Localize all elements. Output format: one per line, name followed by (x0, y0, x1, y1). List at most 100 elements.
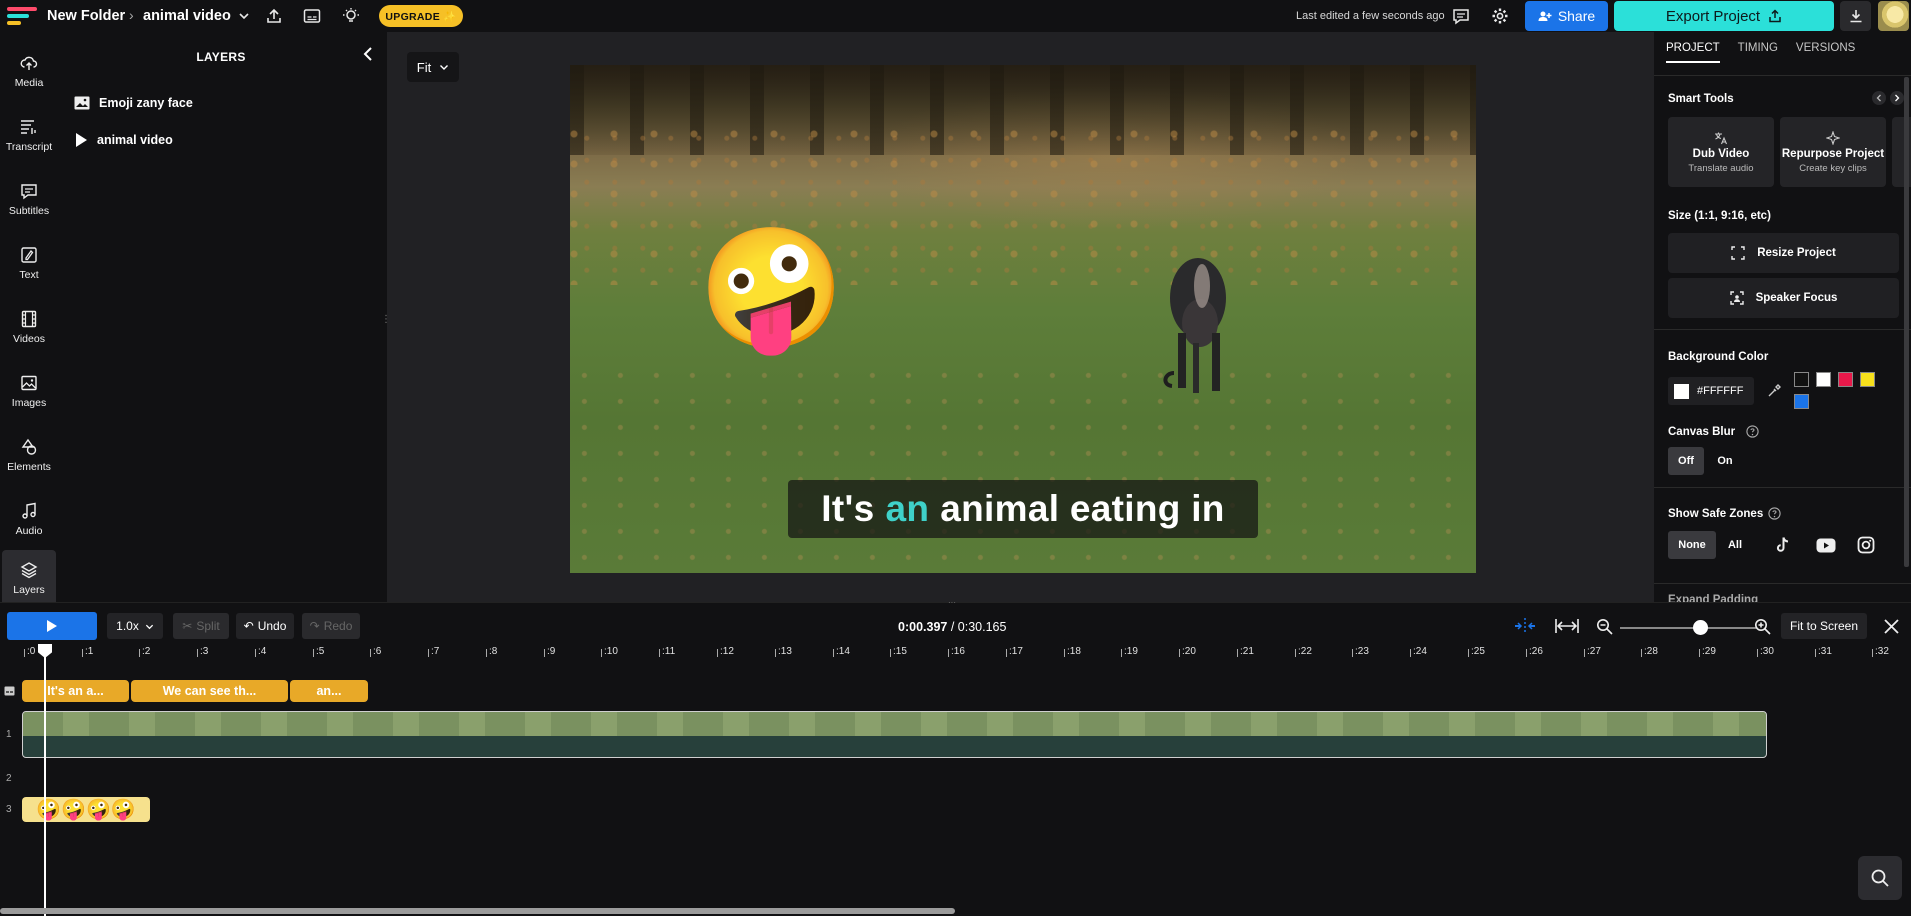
close-icon[interactable] (1883, 618, 1900, 635)
redo-button[interactable]: ↷ Redo (302, 613, 360, 639)
playback-speed-dropdown[interactable]: 1.0x (107, 613, 163, 639)
video-background-grass (570, 365, 1476, 573)
canvas-blur-off-toggle[interactable]: Off (1668, 447, 1704, 475)
nav-item-text[interactable]: Text (2, 235, 56, 291)
chevron-down-icon[interactable] (232, 4, 256, 28)
snap-magnet-icon[interactable] (1512, 617, 1538, 635)
share-upload-icon[interactable] (262, 4, 286, 28)
undo-button[interactable]: ↶ Undo (236, 613, 294, 639)
sparkle-icon (1826, 130, 1840, 145)
breadcrumb-separator-icon: › (129, 7, 134, 23)
color-swatch-black[interactable] (1794, 372, 1809, 387)
split-label: Split (196, 619, 220, 633)
instagram-icon[interactable] (1857, 536, 1875, 554)
timeline-resize-handle[interactable]: ··· (948, 599, 962, 607)
lightbulb-icon[interactable] (339, 4, 363, 28)
ruler-tick: :5 (312, 646, 325, 657)
color-swatch-white[interactable] (1816, 372, 1831, 387)
tab-versions[interactable]: VERSIONS (1796, 42, 1855, 63)
tiktok-icon[interactable] (1774, 536, 1792, 554)
zany-face-emoji-overlay[interactable]: 🤪 (698, 217, 845, 361)
share-label: Share (1557, 8, 1596, 24)
dub-video-card[interactable]: Dub Video Translate audio (1668, 117, 1774, 187)
fit-timeline-icon[interactable] (1554, 617, 1580, 635)
ruler-tick: :15 (890, 646, 907, 657)
search-button[interactable] (1858, 856, 1902, 900)
ruler-tick: :16 (948, 646, 965, 657)
canvas-area: Fit 🤪 It's an animal eating in (387, 32, 1654, 602)
tab-timing[interactable]: TIMING (1738, 42, 1778, 63)
zoom-out-icon[interactable] (1596, 618, 1613, 635)
play-button[interactable] (7, 612, 97, 640)
subtitle-clip[interactable]: It's an a... (22, 680, 129, 702)
breadcrumb-folder[interactable]: New Folder (47, 8, 125, 24)
safe-zone-all-toggle[interactable]: All (1718, 531, 1752, 559)
avatar[interactable] (1878, 1, 1909, 31)
share-button[interactable]: Share (1525, 1, 1608, 31)
playhead-line[interactable] (44, 648, 46, 916)
nav-item-layers[interactable]: Layers (2, 550, 56, 606)
gear-icon[interactable] (1488, 4, 1512, 28)
nav-item-videos[interactable]: Videos (2, 299, 56, 355)
subtitle-caption[interactable]: It's an animal eating in (788, 480, 1258, 538)
subtitle-clip[interactable]: an... (290, 680, 368, 702)
nav-label: Text (19, 268, 39, 281)
info-icon[interactable] (1746, 425, 1759, 438)
emoji-clip[interactable]: 🤪🤪🤪🤪 (22, 797, 150, 822)
upgrade-button[interactable]: UPGRADE ✨ (379, 5, 463, 27)
timeline-ruler[interactable]: :0 :1 :2 :3 :4 :5 :6 :7 :8 :9 :10 :11 :1… (0, 644, 1911, 666)
fit-dropdown[interactable]: Fit (407, 52, 459, 82)
ruler-tick: :14 (833, 646, 850, 657)
subtitles-icon (21, 183, 37, 199)
chevron-right-icon[interactable] (1890, 91, 1904, 105)
video-clip[interactable] (22, 711, 1767, 758)
timeline-horizontal-scrollbar[interactable] (0, 908, 955, 914)
info-icon[interactable] (1768, 507, 1781, 520)
collapse-panel-icon[interactable] (358, 44, 378, 64)
video-preview[interactable]: 🤪 It's an animal eating in (570, 65, 1476, 573)
speaker-focus-button[interactable]: Speaker Focus (1668, 278, 1899, 318)
nav-label: Media (14, 76, 44, 89)
layer-item-emoji[interactable]: Emoji zany face (74, 96, 193, 110)
nav-item-images[interactable]: Images (2, 363, 56, 419)
zoom-in-icon[interactable] (1754, 618, 1771, 635)
comments-icon[interactable] (1449, 4, 1473, 28)
nav-item-elements[interactable]: Elements (2, 427, 56, 483)
eyedropper-icon[interactable] (1767, 384, 1781, 398)
subtitles-toggle-icon[interactable] (300, 4, 324, 28)
zoom-slider-knob[interactable] (1693, 620, 1708, 635)
nav-item-media[interactable]: Media (2, 43, 56, 99)
undo-label: Undo (257, 619, 287, 633)
safe-zone-none-toggle[interactable]: None (1668, 531, 1716, 559)
ruler-tick: :23 (1352, 646, 1369, 657)
layer-item-video[interactable]: animal video (74, 132, 173, 148)
color-swatch-blue[interactable] (1794, 394, 1809, 409)
play-icon (76, 133, 87, 147)
color-swatch-yellow[interactable] (1860, 372, 1875, 387)
timeline-tracks[interactable] (0, 666, 1911, 916)
chevron-left-icon[interactable] (1872, 91, 1886, 105)
fit-to-screen-button[interactable]: Fit to Screen (1781, 613, 1867, 639)
youtube-icon[interactable] (1816, 538, 1836, 553)
breadcrumb-project[interactable]: animal video (143, 8, 231, 24)
export-project-button[interactable]: Export Project (1614, 1, 1834, 31)
repurpose-project-card[interactable]: Repurpose Project Create key clips (1780, 117, 1886, 187)
subtitle-clip[interactable]: We can see th... (131, 680, 288, 702)
right-panel: PROJECT TIMING VERSIONS Smart Tools Dub … (1654, 32, 1911, 602)
nav-item-audio[interactable]: Audio (2, 491, 56, 547)
app-logo[interactable] (7, 7, 37, 25)
tab-project[interactable]: PROJECT (1666, 42, 1720, 63)
download-button[interactable] (1840, 1, 1871, 31)
ruler-tick: :17 (1006, 646, 1023, 657)
nav-item-subtitles[interactable]: Subtitles (2, 171, 56, 227)
zoom-slider-track[interactable] (1620, 627, 1756, 629)
right-panel-scrollbar[interactable] (1904, 77, 1909, 567)
background-color-input[interactable]: #FFFFFF (1668, 377, 1754, 405)
nav-item-transcript[interactable]: Transcript (2, 107, 56, 163)
ruler-tick: :12 (717, 646, 734, 657)
split-button[interactable]: ✂ Split (173, 613, 229, 639)
scissors-icon: ✂ (182, 619, 193, 633)
resize-project-button[interactable]: Resize Project (1668, 233, 1899, 273)
color-swatch-red[interactable] (1838, 372, 1853, 387)
canvas-blur-on-toggle[interactable]: On (1707, 447, 1743, 475)
